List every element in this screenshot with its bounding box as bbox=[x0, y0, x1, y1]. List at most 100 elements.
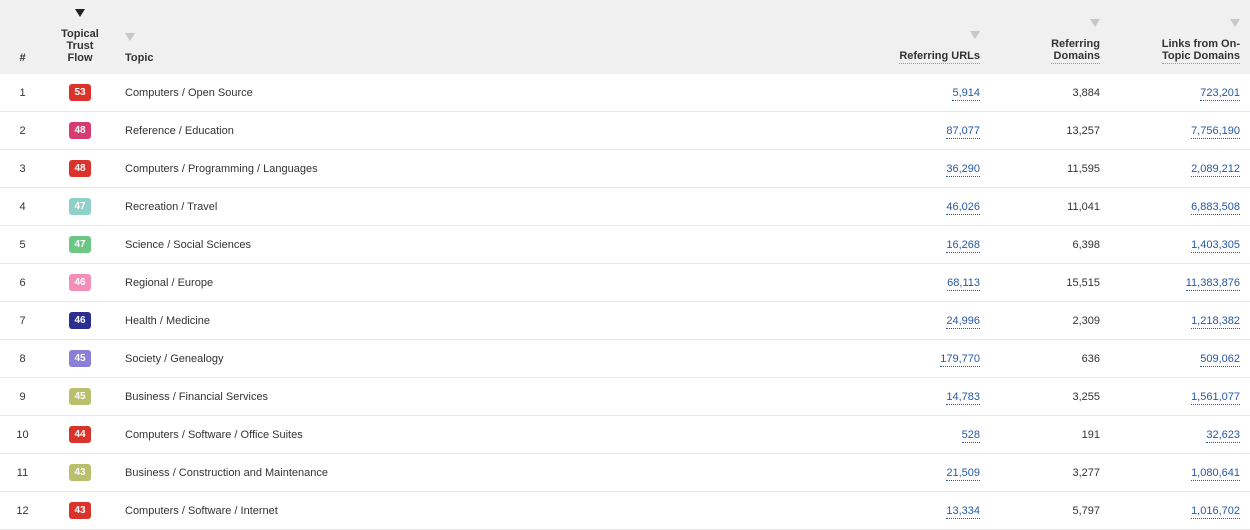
refd-cell: 3,277 bbox=[990, 454, 1110, 492]
refu-link[interactable]: 528 bbox=[962, 429, 980, 443]
links-cell: 1,016,702 bbox=[1110, 492, 1250, 530]
sort-neutral-icon bbox=[870, 30, 980, 42]
table-row: 248Reference / Education87,07713,2577,75… bbox=[0, 112, 1250, 150]
table-row: 945Business / Financial Services14,7833,… bbox=[0, 378, 1250, 416]
links-link[interactable]: 723,201 bbox=[1200, 87, 1240, 101]
ttf-cell: 43 bbox=[45, 454, 115, 492]
refu-cell: 46,026 bbox=[860, 188, 990, 226]
ttf-cell: 44 bbox=[45, 416, 115, 454]
links-link[interactable]: 1,080,641 bbox=[1191, 467, 1240, 481]
links-cell: 6,883,508 bbox=[1110, 188, 1250, 226]
refu-link[interactable]: 14,783 bbox=[946, 391, 980, 405]
refu-link[interactable]: 21,509 bbox=[946, 467, 980, 481]
table-row: 153Computers / Open Source 5,914 3,884 723,… bbox=[0, 74, 1250, 112]
links-link[interactable]: 32,623 bbox=[1206, 429, 1240, 443]
header-ttf[interactable]: TopicalTrust Flow bbox=[45, 0, 115, 74]
refu-link[interactable]: 46,026 bbox=[946, 201, 980, 215]
ttf-badge: 47 bbox=[69, 198, 91, 215]
row-index: 7 bbox=[0, 302, 45, 340]
topic-cell: Computers / Open Source bbox=[115, 74, 860, 112]
links-link[interactable]: 6,883,508 bbox=[1191, 201, 1240, 215]
links-link[interactable]: 1,403,305 bbox=[1191, 239, 1240, 253]
links-cell: 723,201 bbox=[1110, 74, 1250, 112]
table-row: 547Science / Social Sciences16,2686,3981… bbox=[0, 226, 1250, 264]
refd-cell: 15,515 bbox=[990, 264, 1110, 302]
refd-cell: 3,884 bbox=[990, 74, 1110, 112]
refu-link[interactable]: 5,914 bbox=[952, 87, 980, 101]
links-link[interactable]: 2,089,212 bbox=[1191, 163, 1240, 177]
refd-cell: 191 bbox=[990, 416, 1110, 454]
row-index: 4 bbox=[0, 188, 45, 226]
sort-neutral-icon bbox=[125, 32, 850, 44]
refu-cell: 5,914 bbox=[860, 74, 990, 112]
refu-link[interactable]: 87,077 bbox=[946, 125, 980, 139]
links-link[interactable]: 1,016,702 bbox=[1191, 505, 1240, 519]
ttf-badge: 45 bbox=[69, 350, 91, 367]
links-link[interactable]: 7,756,190 bbox=[1191, 125, 1240, 139]
header-topic-label: Topic bbox=[125, 52, 154, 64]
ttf-cell: 46 bbox=[45, 264, 115, 302]
refu-cell: 21,509 bbox=[860, 454, 990, 492]
header-refu-label: Referring URLs bbox=[899, 50, 980, 64]
row-index: 11 bbox=[0, 454, 45, 492]
refu-link[interactable]: 36,290 bbox=[946, 163, 980, 177]
topic-cell: Computers / Software / Internet bbox=[115, 492, 860, 530]
refd-cell: 2,309 bbox=[990, 302, 1110, 340]
links-cell: 1,403,305 bbox=[1110, 226, 1250, 264]
refu-cell: 528 bbox=[860, 416, 990, 454]
refd-cell: 5,797 bbox=[990, 492, 1110, 530]
ttf-cell: 43 bbox=[45, 492, 115, 530]
table-row: 1044Computers / Software / Office Suites… bbox=[0, 416, 1250, 454]
refu-link[interactable]: 68,113 bbox=[947, 277, 980, 291]
links-link[interactable]: 1,218,382 bbox=[1191, 315, 1240, 329]
refu-cell: 16,268 bbox=[860, 226, 990, 264]
header-links-label: Links from On-Topic Domains bbox=[1162, 38, 1240, 64]
header-index[interactable]: # bbox=[0, 0, 45, 74]
refd-cell: 11,041 bbox=[990, 188, 1110, 226]
table-row: 1143Business / Construction and Maintena… bbox=[0, 454, 1250, 492]
ttf-cell: 45 bbox=[45, 378, 115, 416]
links-cell: 509,062 bbox=[1110, 340, 1250, 378]
header-refd[interactable]: ReferringDomains bbox=[990, 0, 1110, 74]
ttf-cell: 46 bbox=[45, 302, 115, 340]
refd-cell: 636 bbox=[990, 340, 1110, 378]
table-row: 746Health / Medicine 24,996 2,309 1,218,382 bbox=[0, 302, 1250, 340]
row-index: 5 bbox=[0, 226, 45, 264]
topic-cell: Health / Medicine bbox=[115, 302, 860, 340]
ttf-badge: 48 bbox=[69, 160, 91, 177]
topic-cell: Business / Financial Services bbox=[115, 378, 860, 416]
refu-link[interactable]: 16,268 bbox=[946, 239, 980, 253]
ttf-badge: 47 bbox=[69, 236, 91, 253]
header-links[interactable]: Links from On-Topic Domains bbox=[1110, 0, 1250, 74]
refd-cell: 3,255 bbox=[990, 378, 1110, 416]
refu-cell: 87,077 bbox=[860, 112, 990, 150]
table-row: 845Society / Genealogy179,770636509,062 bbox=[0, 340, 1250, 378]
refu-link[interactable]: 179,770 bbox=[940, 353, 980, 367]
refu-link[interactable]: 13,334 bbox=[946, 505, 980, 519]
refu-cell: 13,334 bbox=[860, 492, 990, 530]
topic-cell: Reference / Education bbox=[115, 112, 860, 150]
ttf-cell: 45 bbox=[45, 340, 115, 378]
ttf-cell: 47 bbox=[45, 188, 115, 226]
links-cell: 11,383,876 bbox=[1110, 264, 1250, 302]
refu-link[interactable]: 24,996 bbox=[946, 315, 980, 329]
ttf-badge: 48 bbox=[69, 122, 91, 139]
ttf-cell: 53 bbox=[45, 74, 115, 112]
ttf-cell: 47 bbox=[45, 226, 115, 264]
ttf-cell: 48 bbox=[45, 112, 115, 150]
header-index-label: # bbox=[19, 52, 25, 64]
row-index: 1 bbox=[0, 74, 45, 112]
row-index: 12 bbox=[0, 492, 45, 530]
topic-cell: Regional / Europe bbox=[115, 264, 860, 302]
refd-cell: 13,257 bbox=[990, 112, 1110, 150]
row-index: 8 bbox=[0, 340, 45, 378]
header-refu[interactable]: Referring URLs bbox=[860, 0, 990, 74]
links-link[interactable]: 509,062 bbox=[1200, 353, 1240, 367]
refu-cell: 68,113 bbox=[860, 264, 990, 302]
links-link[interactable]: 11,383,876 bbox=[1186, 277, 1240, 291]
links-cell: 1,218,382 bbox=[1110, 302, 1250, 340]
refd-cell: 6,398 bbox=[990, 226, 1110, 264]
sort-neutral-icon bbox=[1000, 18, 1100, 30]
header-topic[interactable]: Topic bbox=[115, 0, 860, 74]
links-link[interactable]: 1,561,077 bbox=[1191, 391, 1240, 405]
